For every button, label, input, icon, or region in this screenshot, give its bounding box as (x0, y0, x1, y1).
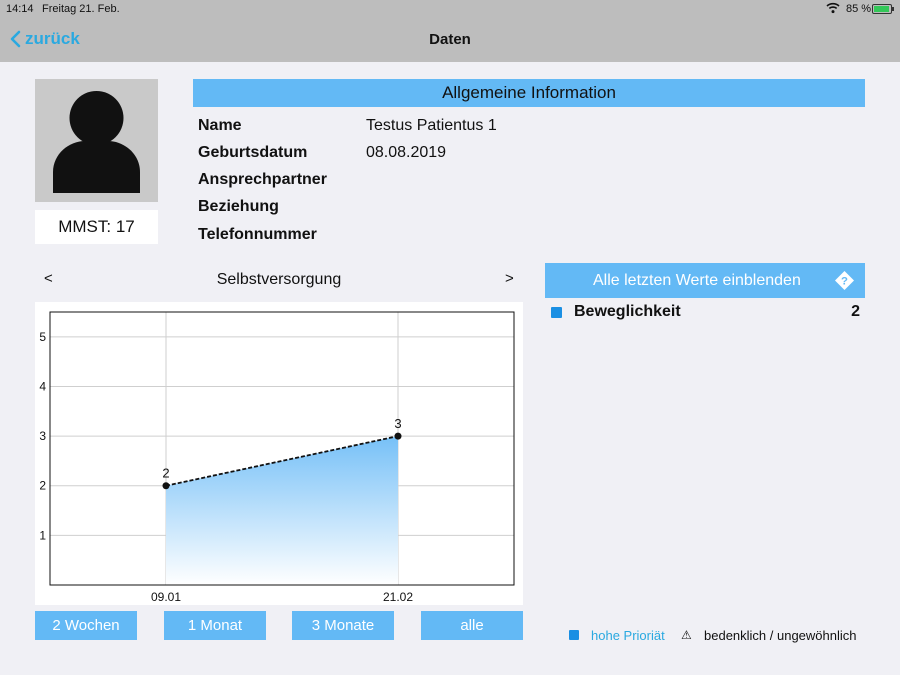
chart-title: Selbstversorgung (216, 271, 342, 288)
range-2-weeks-button[interactable]: 2 Wochen (35, 611, 137, 640)
y-tick-label: 5 (39, 330, 46, 344)
info-header: Allgemeine Information (193, 79, 865, 107)
y-tick-label: 2 (39, 479, 46, 493)
info-label: Name (198, 117, 242, 134)
warning-icon: ⚠ (681, 628, 692, 642)
area-fill (166, 436, 398, 585)
info-row-contact: Ansprechpartner (198, 171, 366, 189)
status-bar: 14:14 Freitag 21. Feb. 85 % (0, 0, 900, 18)
warning-legend-label: bedenklich / ungewöhnlich (704, 628, 857, 643)
info-value: 08.08.2019 (366, 144, 447, 161)
chart-panel: 1 2 3 4 5 09.01 21.02 2 3 (35, 302, 523, 605)
chart-next-button[interactable]: > (505, 270, 514, 287)
navigation-bar: zurück Daten (0, 18, 900, 62)
show-all-values-button[interactable]: Alle letzten Werte einblenden ? (545, 263, 865, 298)
y-tick-label: 4 (39, 379, 46, 393)
battery-percent: 85 % (846, 3, 872, 15)
range-all-button[interactable]: alle (421, 611, 523, 640)
y-tick-label: 3 (39, 429, 46, 443)
info-row-birthdate: Geburtsdatum 08.08.2019 (198, 144, 446, 162)
data-label: 3 (394, 416, 401, 431)
status-time: 14:14 (6, 3, 34, 15)
list-item[interactable]: Beweglichkeit 2 (551, 303, 865, 323)
info-row-relationship: Beziehung (198, 198, 366, 216)
avatar (35, 79, 158, 202)
page-title: Daten (429, 31, 471, 48)
wifi-icon (826, 2, 840, 17)
battery-icon (872, 4, 894, 14)
info-label: Beziehung (198, 198, 279, 215)
show-all-label: Alle letzten Werte einblenden (593, 272, 801, 289)
x-tick-label: 21.02 (383, 590, 413, 604)
status-date: Freitag 21. Feb. (42, 3, 120, 15)
svg-text:?: ? (841, 276, 848, 288)
data-point (162, 482, 170, 490)
info-value: Testus Patientus 1 (366, 117, 497, 134)
info-label: Ansprechpartner (198, 171, 327, 188)
info-row-phone: Telefonnummer (198, 226, 366, 244)
data-point (394, 432, 402, 440)
data-label: 2 (162, 466, 169, 481)
info-row-name: Name Testus Patientus 1 (198, 117, 497, 135)
help-icon[interactable]: ? (835, 271, 854, 290)
item-name: Beweglichkeit (574, 303, 681, 320)
item-value: 2 (851, 303, 860, 320)
priority-legend-marker (569, 630, 579, 640)
info-label: Geburtsdatum (198, 144, 308, 161)
range-1-month-button[interactable]: 1 Monat (164, 611, 266, 640)
mmst-score: MMST: 17 (35, 210, 158, 244)
x-tick-label: 09.01 (151, 590, 181, 604)
line-chart: 1 2 3 4 5 09.01 21.02 2 3 (39, 311, 515, 604)
info-label: Telefonnummer (198, 226, 317, 243)
person-icon (53, 91, 140, 193)
priority-legend-label: hohe Prioriät (591, 628, 665, 643)
y-tick-label: 1 (39, 528, 46, 542)
range-3-months-button[interactable]: 3 Monate (292, 611, 394, 640)
priority-marker (551, 307, 562, 318)
